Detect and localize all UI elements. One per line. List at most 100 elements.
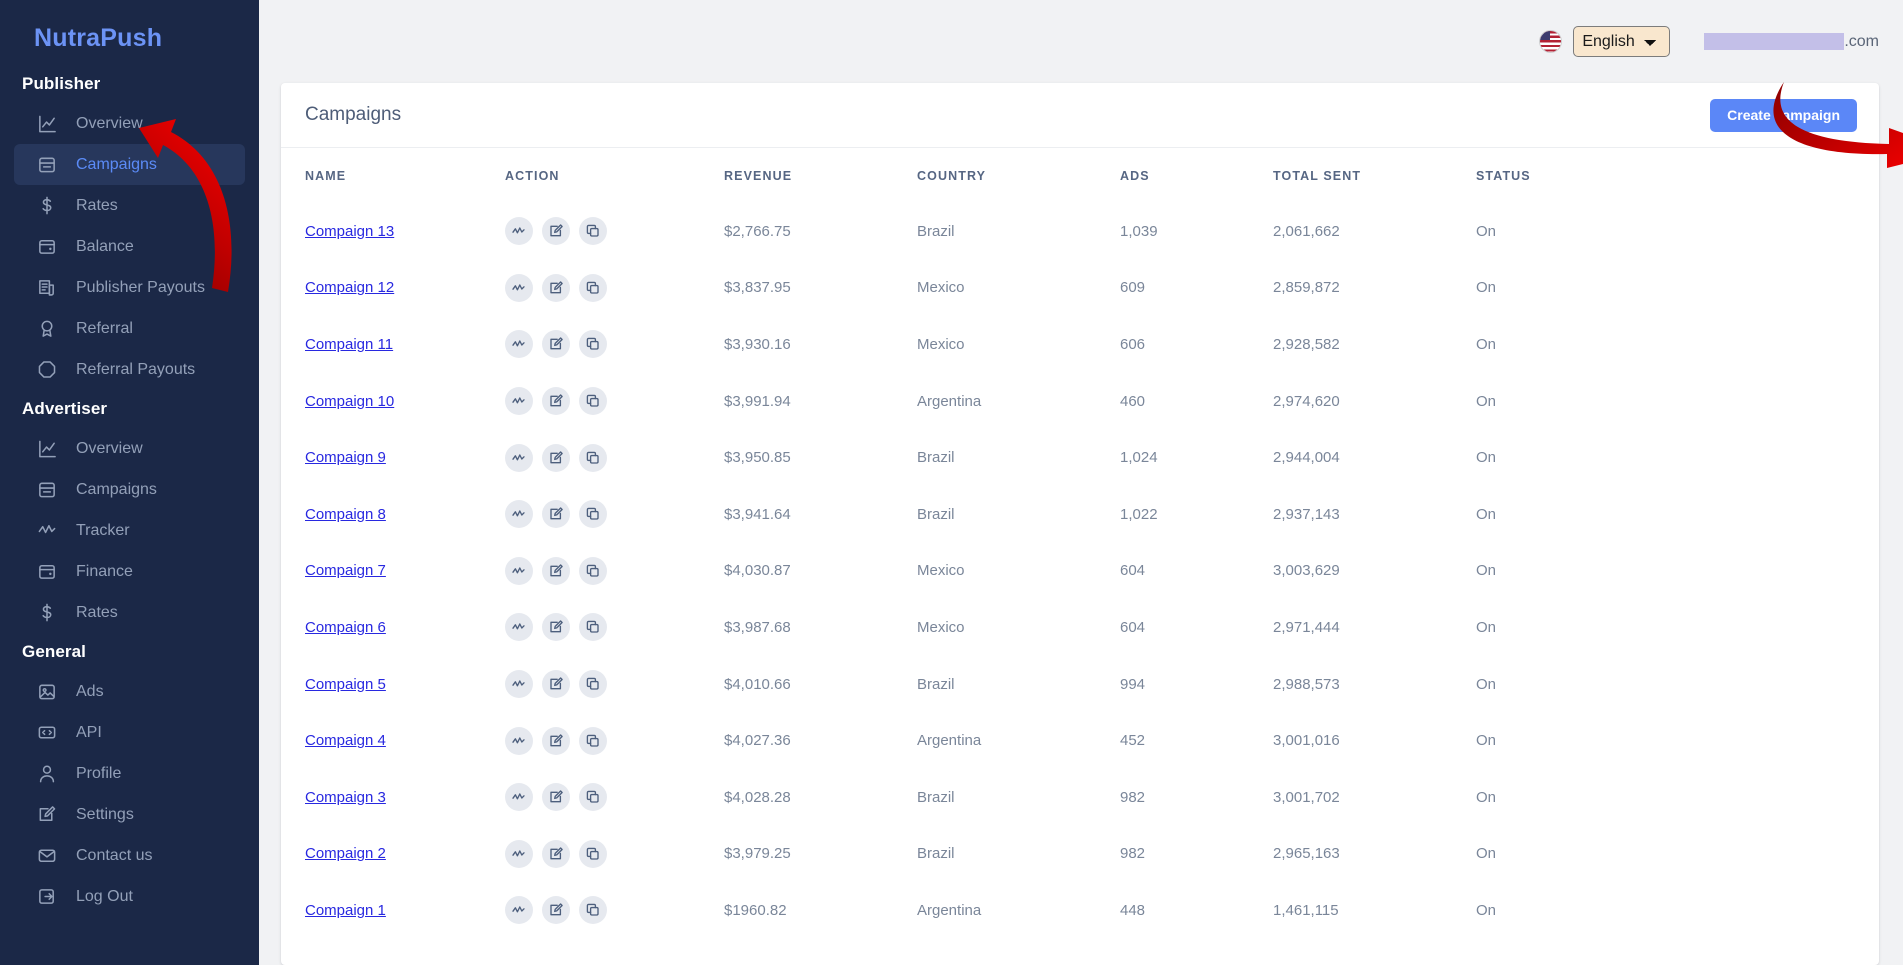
language-select[interactable]: English xyxy=(1573,26,1671,57)
duplicate-action-button[interactable] xyxy=(579,443,607,472)
sidebar-item-overview[interactable]: Overview xyxy=(14,103,245,144)
sidebar-item-ads[interactable]: Ads xyxy=(14,671,245,712)
sidebar-item-campaigns[interactable]: Campaigns xyxy=(14,469,245,510)
duplicate-action-button[interactable] xyxy=(579,670,607,699)
wallet-icon xyxy=(37,237,57,257)
duplicate-action-button[interactable] xyxy=(579,387,607,416)
create-campaign-button[interactable]: Create campaign xyxy=(1710,98,1857,132)
sidebar-item-log-out[interactable]: Log Out xyxy=(14,876,245,917)
cell-revenue: $3,837.95 xyxy=(724,279,791,297)
activity-action-button[interactable] xyxy=(505,443,533,472)
sidebar-item-profile[interactable]: Profile xyxy=(14,753,245,794)
sidebar-item-finance[interactable]: Finance xyxy=(14,551,245,592)
edit-action-button[interactable] xyxy=(542,726,570,755)
campaign-link[interactable]: Compaign 11 xyxy=(305,336,393,353)
activity-action-button[interactable] xyxy=(505,783,533,812)
activity-action-button[interactable] xyxy=(505,839,533,868)
edit-action-button[interactable] xyxy=(542,443,570,472)
edit-action-button[interactable] xyxy=(542,330,570,359)
duplicate-action-button[interactable] xyxy=(579,330,607,359)
activity-action-button[interactable] xyxy=(505,670,533,699)
cell-action xyxy=(505,769,724,826)
sidebar-section-title-advertiser: Advertiser xyxy=(22,399,108,418)
activity-action-button[interactable] xyxy=(505,500,533,529)
campaign-link[interactable]: Compaign 8 xyxy=(305,506,386,523)
edit-action-button[interactable] xyxy=(542,896,570,925)
sidebar-item-referral[interactable]: Referral xyxy=(14,308,245,349)
edit-action-button[interactable] xyxy=(542,613,570,642)
brand-logo[interactable]: NutraPush xyxy=(0,14,259,65)
campaign-link[interactable]: Compaign 4 xyxy=(305,732,386,749)
duplicate-action-button[interactable] xyxy=(579,273,607,302)
campaign-link[interactable]: Compaign 2 xyxy=(305,845,386,862)
duplicate-action-button[interactable] xyxy=(579,613,607,642)
duplicate-action-button[interactable] xyxy=(579,726,607,755)
duplicate-icon xyxy=(585,563,601,579)
table-row: Compaign 11 $3,930.16 Mexico 606 2,928,582 On xyxy=(281,316,1879,373)
duplicate-icon xyxy=(585,846,601,862)
sidebar-item-label: Overview xyxy=(76,114,143,132)
sidebar-item-balance[interactable]: Balance xyxy=(14,226,245,267)
campaign-link[interactable]: Compaign 7 xyxy=(305,562,386,579)
sidebar-item-label: Finance xyxy=(76,562,133,580)
cell-ads: 609 xyxy=(1120,279,1146,297)
edit-action-button[interactable] xyxy=(542,556,570,585)
campaign-link[interactable]: Compaign 10 xyxy=(305,393,394,410)
campaign-link[interactable]: Compaign 9 xyxy=(305,449,386,466)
campaign-link[interactable]: Compaign 13 xyxy=(305,223,394,240)
activity-action-button[interactable] xyxy=(505,330,533,359)
cell-country: Brazil xyxy=(917,788,955,806)
edit-action-button[interactable] xyxy=(542,217,570,246)
campaign-link[interactable]: Compaign 12 xyxy=(305,279,394,296)
sidebar-item-api[interactable]: API xyxy=(14,712,245,753)
edit-action-button[interactable] xyxy=(542,839,570,868)
duplicate-action-button[interactable] xyxy=(579,217,607,246)
edit-action-button[interactable] xyxy=(542,670,570,699)
sidebar-item-label: Log Out xyxy=(76,887,133,905)
sidebar-item-label: Overview xyxy=(76,439,143,457)
campaign-link[interactable]: Compaign 3 xyxy=(305,789,386,806)
sidebar-item-publisher-payouts[interactable]: Publisher Payouts xyxy=(14,267,245,308)
cell-revenue: $2,766.75 xyxy=(724,222,791,240)
sidebar-item-referral-payouts[interactable]: Referral Payouts xyxy=(14,349,245,390)
activity-action-button[interactable] xyxy=(505,556,533,585)
sidebar-item-rates[interactable]: Rates xyxy=(14,592,245,633)
sidebar-item-overview[interactable]: Overview xyxy=(14,428,245,469)
pencil-icon xyxy=(37,805,57,825)
duplicate-action-button[interactable] xyxy=(579,839,607,868)
campaign-link[interactable]: Compaign 6 xyxy=(305,619,386,636)
duplicate-action-button[interactable] xyxy=(579,556,607,585)
sidebar-item-settings[interactable]: Settings xyxy=(14,794,245,835)
cell-revenue: $4,010.66 xyxy=(724,675,791,693)
edit-action-button[interactable] xyxy=(542,273,570,302)
activity-action-button[interactable] xyxy=(505,613,533,642)
cell-action xyxy=(505,543,724,600)
campaign-link[interactable]: Compaign 1 xyxy=(305,902,386,919)
duplicate-icon xyxy=(585,676,601,692)
sidebar-item-rates[interactable]: Rates xyxy=(14,185,245,226)
activity-icon xyxy=(511,902,527,918)
sidebar-item-contact-us[interactable]: Contact us xyxy=(14,835,245,876)
duplicate-action-button[interactable] xyxy=(579,896,607,925)
image-icon xyxy=(37,682,57,702)
activity-action-button[interactable] xyxy=(505,217,533,246)
duplicate-action-button[interactable] xyxy=(579,783,607,812)
sidebar-item-tracker[interactable]: Tracker xyxy=(14,510,245,551)
sidebar-item-campaigns[interactable]: Campaigns xyxy=(14,144,245,185)
activity-action-button[interactable] xyxy=(505,896,533,925)
cell-country: Mexico xyxy=(917,279,965,297)
cell-country: Mexico xyxy=(917,335,965,353)
sidebar-section-title-general: General xyxy=(22,642,87,661)
activity-action-button[interactable] xyxy=(505,726,533,755)
campaign-link[interactable]: Compaign 5 xyxy=(305,676,386,693)
cell-status: On xyxy=(1476,505,1497,523)
activity-action-button[interactable] xyxy=(505,387,533,416)
edit-action-button[interactable] xyxy=(542,500,570,529)
activity-action-button[interactable] xyxy=(505,273,533,302)
duplicate-icon xyxy=(585,336,601,352)
table-row: Compaign 6 $3,987.68 Mexico 604 2,971,444 On xyxy=(281,599,1879,656)
edit-action-button[interactable] xyxy=(542,387,570,416)
page-title: Campaigns xyxy=(305,104,402,125)
edit-action-button[interactable] xyxy=(542,783,570,812)
duplicate-action-button[interactable] xyxy=(579,500,607,529)
